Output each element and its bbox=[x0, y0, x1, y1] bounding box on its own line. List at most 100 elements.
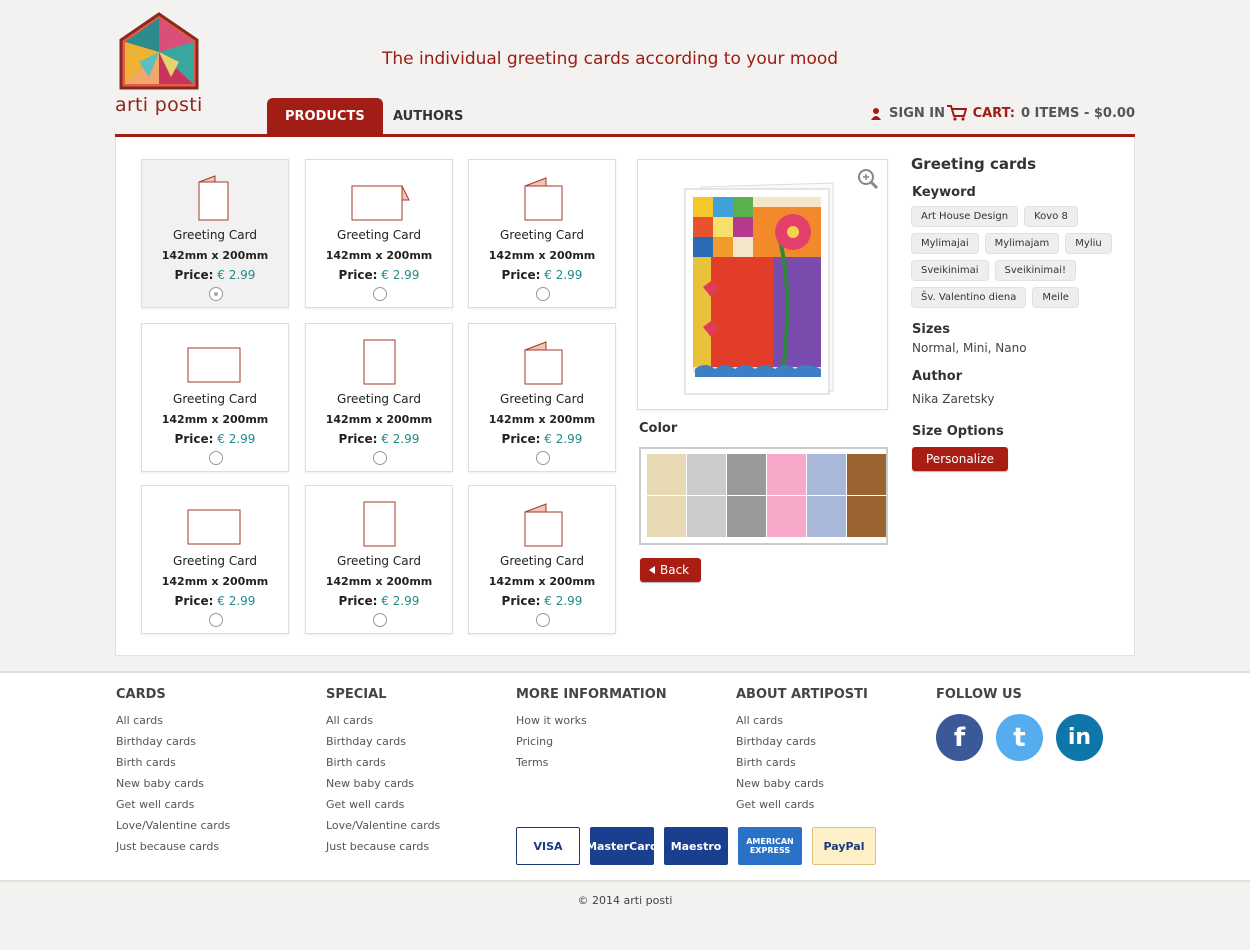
card-radio[interactable] bbox=[373, 613, 387, 627]
footer-link[interactable]: All cards bbox=[736, 714, 868, 727]
product-card[interactable]: Greeting Card 142mm x 200mm Price: € 2.99 bbox=[468, 323, 616, 472]
color-swatch[interactable] bbox=[727, 496, 766, 537]
footer-link[interactable]: Love/Valentine cards bbox=[326, 819, 440, 832]
card-price: Price: € 2.99 bbox=[469, 594, 615, 608]
footer-link[interactable]: Love/Valentine cards bbox=[116, 819, 230, 832]
footer-col-about: ABOUT ARTIPOSTI All cards Birthday cards B… bbox=[736, 687, 868, 819]
sizes-value: Normal, Mini, Nano bbox=[912, 341, 1027, 355]
card-radio[interactable] bbox=[536, 451, 550, 465]
price-value: € 2.99 bbox=[217, 432, 256, 446]
color-swatch[interactable] bbox=[767, 454, 806, 495]
card-size: 142mm x 200mm bbox=[325, 575, 433, 588]
footer-link[interactable]: Birth cards bbox=[736, 756, 868, 769]
footer-link[interactable]: Get well cards bbox=[736, 798, 868, 811]
color-swatch[interactable] bbox=[727, 454, 766, 495]
product-card[interactable]: Greeting Card 142mm x 200mm Price: € 2.99 bbox=[468, 159, 616, 308]
product-card[interactable]: Greeting Card 142mm x 200mm Price: € 2.99 bbox=[305, 485, 453, 634]
card-size: 142mm x 200mm bbox=[325, 413, 433, 426]
product-card[interactable]: Greeting Card 142mm x 200mm Price: € 2.99 bbox=[468, 485, 616, 634]
footer-link[interactable]: New baby cards bbox=[736, 777, 868, 790]
product-card[interactable]: Greeting Card 142mm x 200mm Price: € 2.99 bbox=[141, 159, 289, 308]
footer-link[interactable]: Birthday cards bbox=[326, 735, 440, 748]
card-radio[interactable] bbox=[209, 451, 223, 465]
keyword-tag[interactable]: Šv. Valentino diena bbox=[911, 287, 1027, 308]
price-label: Price: bbox=[501, 594, 541, 608]
zoom-icon[interactable] bbox=[857, 168, 879, 190]
footer-link[interactable]: New baby cards bbox=[116, 777, 230, 790]
sign-in-label: SIGN IN bbox=[889, 106, 945, 121]
footer-link[interactable]: Terms bbox=[516, 756, 667, 769]
facebook-icon[interactable]: f bbox=[936, 714, 983, 761]
card-radio[interactable] bbox=[209, 287, 223, 301]
card-radio[interactable] bbox=[536, 287, 550, 301]
keyword-tag[interactable]: Myliu bbox=[1065, 233, 1112, 254]
color-swatch[interactable] bbox=[647, 454, 686, 495]
color-swatch[interactable] bbox=[647, 496, 686, 537]
price-value: € 2.99 bbox=[544, 594, 583, 608]
tab-authors[interactable]: AUTHORS bbox=[375, 98, 481, 134]
card-radio[interactable] bbox=[373, 451, 387, 465]
keyword-tag[interactable]: Art House Design bbox=[911, 206, 1019, 227]
footer-link[interactable]: All cards bbox=[116, 714, 230, 727]
color-swatch[interactable] bbox=[807, 454, 846, 495]
color-swatch[interactable] bbox=[807, 496, 846, 537]
product-card[interactable]: Greeting Card 142mm x 200mm Price: € 2.99 bbox=[141, 323, 289, 472]
color-swatch[interactable] bbox=[847, 454, 886, 495]
color-swatch[interactable] bbox=[687, 496, 726, 537]
card-size: 142mm x 200mm bbox=[488, 413, 596, 426]
card-shape-icon bbox=[187, 347, 241, 383]
keyword-tag[interactable]: Sveikinimai! bbox=[994, 260, 1077, 281]
cart-link[interactable]: CART: 0 ITEMS - $0.00 bbox=[946, 105, 1135, 121]
follow-title: FOLLOW US bbox=[936, 687, 1022, 702]
footer-link[interactable]: Birthday cards bbox=[736, 735, 868, 748]
product-card[interactable]: Greeting Card 142mm x 200mm Price: € 2.99 bbox=[305, 323, 453, 472]
card-shape-icon bbox=[524, 503, 563, 547]
footer-link[interactable]: New baby cards bbox=[326, 777, 440, 790]
card-radio[interactable] bbox=[373, 287, 387, 301]
price-label: Price: bbox=[338, 268, 378, 282]
price-label: Price: bbox=[338, 594, 378, 608]
keyword-tag[interactable]: Mylimajam bbox=[984, 233, 1060, 254]
keyword-tag[interactable]: Mylimajai bbox=[911, 233, 979, 254]
card-name: Greeting Card bbox=[337, 392, 421, 406]
card-price: Price: € 2.99 bbox=[306, 432, 452, 446]
main-nav: PRODUCTS AUTHORS SIGN IN CART: 0 ITEMS -… bbox=[115, 97, 1135, 137]
footer-link[interactable]: Get well cards bbox=[116, 798, 230, 811]
keyword-tag[interactable]: Kovo 8 bbox=[1024, 206, 1078, 227]
card-name: Greeting Card bbox=[500, 392, 584, 406]
footer-link[interactable]: Birthday cards bbox=[116, 735, 230, 748]
copyright: © 2014 arti posti bbox=[577, 894, 673, 907]
keyword-tag[interactable]: Meile bbox=[1032, 287, 1079, 308]
twitter-icon[interactable]: t bbox=[996, 714, 1043, 761]
color-swatch[interactable] bbox=[687, 454, 726, 495]
back-button[interactable]: Back bbox=[640, 558, 701, 582]
product-panel: Greeting Card 142mm x 200mm Price: € 2.99 G… bbox=[115, 137, 1135, 656]
footer-col-title: CARDS bbox=[116, 687, 166, 702]
footer-link[interactable]: All cards bbox=[326, 714, 440, 727]
card-radio[interactable] bbox=[536, 613, 550, 627]
footer-link[interactable]: How it works bbox=[516, 714, 667, 727]
footer-link[interactable]: Just because cards bbox=[326, 840, 440, 853]
price-value: € 2.99 bbox=[381, 594, 420, 608]
sign-in-link[interactable]: SIGN IN bbox=[871, 106, 945, 121]
footer-link[interactable]: Birth cards bbox=[326, 756, 440, 769]
linkedin-icon[interactable]: in bbox=[1056, 714, 1103, 761]
color-swatch[interactable] bbox=[847, 496, 886, 537]
author-value: Nika Zaretsky bbox=[912, 392, 995, 406]
product-card[interactable]: Greeting Card 142mm x 200mm Price: € 2.99 bbox=[141, 485, 289, 634]
footer-link[interactable]: Get well cards bbox=[326, 798, 440, 811]
card-size: 142mm x 200mm bbox=[161, 413, 269, 426]
color-swatch[interactable] bbox=[767, 496, 806, 537]
card-radio[interactable] bbox=[209, 613, 223, 627]
tab-products[interactable]: PRODUCTS bbox=[267, 98, 383, 134]
footer: CARDS All cards Birthday cards Birth cards… bbox=[0, 671, 1250, 882]
footer-link[interactable]: Birth cards bbox=[116, 756, 230, 769]
footer-link[interactable]: Pricing bbox=[516, 735, 667, 748]
product-card[interactable]: Greeting Card 142mm x 200mm Price: € 2.99 bbox=[305, 159, 453, 308]
personalize-button[interactable]: Personalize bbox=[912, 447, 1009, 471]
footer-link[interactable]: Just because cards bbox=[116, 840, 230, 853]
keyword-title: Keyword bbox=[912, 185, 976, 200]
keyword-tag[interactable]: Sveikinimai bbox=[911, 260, 989, 281]
price-label: Price: bbox=[501, 432, 541, 446]
author-title: Author bbox=[912, 369, 963, 384]
